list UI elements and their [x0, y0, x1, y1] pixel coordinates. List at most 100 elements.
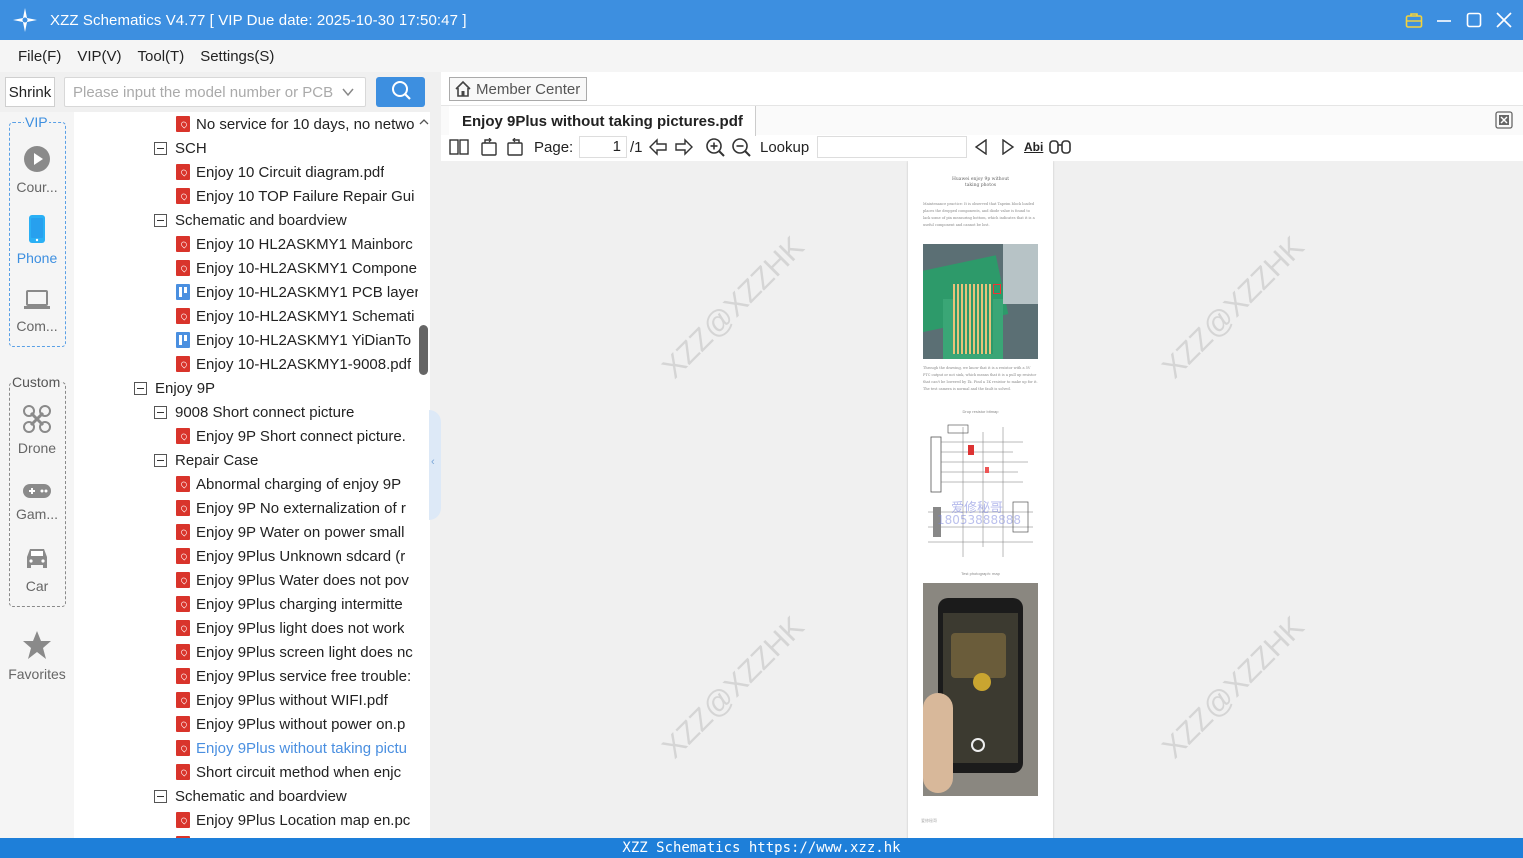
tree-item-label: Enjoy 9Plus Location map en.pc	[196, 811, 411, 829]
pdf-file-icon	[176, 524, 190, 540]
category-courses[interactable]: Cour...	[0, 145, 74, 195]
tree-item-label: Enjoy 9Plus without WIFI.pdf	[196, 691, 388, 709]
search-input[interactable]	[73, 83, 333, 101]
tree-file[interactable]: Enjoy 9Plus light does not work	[176, 616, 418, 640]
tree-file[interactable]: Enjoy 9P Water on power small	[176, 520, 418, 544]
tree-file[interactable]: Enjoy 9Plus charging intermitte	[176, 592, 418, 616]
tree-file[interactable]: Enjoy 10 TOP Failure Repair Gui	[176, 184, 418, 208]
tree-item-label: Enjoy 9Plus Water does not pov	[196, 571, 409, 589]
zoom-out-icon[interactable]	[731, 135, 751, 159]
shrink-button[interactable]: Shrink	[5, 77, 55, 107]
boardview-file-icon	[176, 284, 190, 300]
find-previous-icon[interactable]	[974, 135, 988, 159]
collapse-minus-icon[interactable]	[154, 141, 167, 155]
tree-item-label: Enjoy 10 Circuit diagram.pdf	[196, 163, 385, 181]
tree-folder[interactable]: Schematic and boardview	[154, 208, 418, 232]
vip-bag-icon[interactable]	[1405, 11, 1423, 29]
chevron-down-icon[interactable]	[341, 85, 355, 103]
close-tab-icon[interactable]	[1495, 111, 1513, 133]
match-case-icon[interactable]: Abi	[1024, 135, 1043, 159]
tree-file[interactable]: Enjoy 10-HL2ASKMY1 Compone	[176, 256, 418, 280]
zoom-in-icon[interactable]	[705, 135, 725, 159]
board-photo	[923, 244, 1038, 359]
tree-folder[interactable]: Schematic and boardview	[154, 784, 418, 808]
menu-settings[interactable]: Settings(S)	[200, 48, 274, 65]
collapse-minus-icon[interactable]	[154, 789, 167, 803]
tree-file[interactable]: Enjoy 9Plus screen light does nc	[176, 640, 418, 664]
tree-file[interactable]: Enjoy 10 Circuit diagram.pdf	[176, 160, 418, 184]
pdf-viewer[interactable]: XZZ@XZZHK XZZ@XZZHK XZZ@XZZHK XZZ@XZZHK …	[441, 161, 1523, 838]
next-page-icon[interactable]	[674, 135, 694, 159]
tree-folder[interactable]: Enjoy 9P	[134, 376, 418, 400]
tree-item-label: Enjoy 10-HL2ASKMY1-9008.pdf	[196, 355, 412, 373]
category-games[interactable]: Gam...	[0, 482, 74, 522]
pdf-file-icon	[176, 596, 190, 612]
tree-file[interactable]: Enjoy 10-HL2ASKMY1 PCB layer	[176, 280, 418, 304]
close-button[interactable]	[1495, 11, 1513, 29]
tree-file[interactable]: Enjoy 9P No externalization of r	[176, 496, 418, 520]
tree-file[interactable]: Enjoy 10 HL2ASKMY1 Mainborc	[176, 232, 418, 256]
pdf-file-icon	[176, 716, 190, 732]
rotate-right-icon[interactable]	[505, 135, 525, 159]
page-paragraph: Through the drawing, we know that it is …	[923, 366, 1038, 391]
tree-item-label: Enjoy 10 HL2ASKMY1 Mainborc	[196, 235, 413, 253]
watermark: XZZ@XZZHK	[1156, 610, 1311, 765]
page-caption: Drop resistor bitmap	[962, 409, 999, 414]
tree-file[interactable]: Enjoy 9Plus without power on.p	[176, 712, 418, 736]
tree-file[interactable]: Enjoy 9Plus without WIFI.pdf	[176, 688, 418, 712]
maximize-button[interactable]	[1465, 11, 1483, 29]
member-center-button[interactable]: Member Center	[449, 77, 588, 101]
tree-folder[interactable]: SCH	[154, 136, 418, 160]
scroll-up-icon[interactable]	[419, 114, 429, 131]
tree-folder[interactable]: Repair Case	[154, 448, 418, 472]
model-search-box[interactable]	[64, 77, 366, 107]
category-label: Drone	[17, 440, 57, 456]
tab-current-document[interactable]: Enjoy 9Plus without taking pictures.pdf	[449, 106, 756, 136]
minimize-button[interactable]	[1435, 11, 1453, 29]
tree-file[interactable]: Enjoy 10-HL2ASKMY1 Schemati	[176, 304, 418, 328]
tree-item-label: Enjoy 9P Water on power small	[196, 523, 405, 541]
tree-file[interactable]: Enjoy 9Plus Location map en.pc	[176, 808, 418, 832]
pdf-file-icon	[176, 668, 190, 684]
menu-tool[interactable]: Tool(T)	[138, 48, 185, 65]
tree-item-label: Repair Case	[175, 451, 259, 469]
stamp-text: 18053888888	[937, 513, 1021, 527]
search-button[interactable]	[376, 77, 425, 107]
collapse-panel-button[interactable]: ‹	[429, 410, 441, 520]
find-next-icon[interactable]	[1001, 135, 1015, 159]
rotate-left-icon[interactable]	[479, 135, 499, 159]
two-page-view-icon[interactable]	[449, 135, 469, 159]
tree-file[interactable]: Enjoy 9Plus Unknown sdcard (r	[176, 544, 418, 568]
previous-page-icon[interactable]	[648, 135, 668, 159]
tree-item-label: Abnormal charging of enjoy 9P	[196, 475, 402, 493]
collapse-minus-icon[interactable]	[154, 453, 167, 467]
tree-folder[interactable]: 9008 Short connect picture	[154, 400, 418, 424]
tree-scrollbar[interactable]	[419, 325, 428, 375]
menu-file[interactable]: File(F)	[18, 48, 61, 65]
category-phone[interactable]: Phone	[0, 214, 74, 266]
find-all-icon[interactable]	[1049, 135, 1071, 159]
pdf-file-icon	[176, 236, 190, 252]
tree-file[interactable]: Abnormal charging of enjoy 9P	[176, 472, 418, 496]
tree-file[interactable]: Enjoy 10-HL2ASKMY1 YiDianTo	[176, 328, 418, 352]
category-car[interactable]: Car	[0, 546, 74, 594]
collapse-minus-icon[interactable]	[134, 381, 147, 395]
tree-file[interactable]: Enjoy 9Plus without taking pictu	[176, 736, 418, 760]
tree-item-label: Enjoy 9Plus screen light does nc	[196, 643, 413, 661]
tree-file[interactable]: No service for 10 days, no netwo	[176, 112, 418, 136]
vip-group-label: VIP	[24, 114, 49, 130]
category-drone[interactable]: Drone	[0, 404, 74, 456]
collapse-minus-icon[interactable]	[154, 213, 167, 227]
lookup-input[interactable]	[817, 136, 967, 158]
pdf-file-icon	[176, 500, 190, 516]
page-number-input[interactable]: 1	[579, 136, 627, 158]
tree-file[interactable]: Enjoy 10-HL2ASKMY1-9008.pdf	[176, 352, 418, 376]
tree-file[interactable]: Short circuit method when enjc	[176, 760, 418, 784]
menu-vip[interactable]: VIP(V)	[77, 48, 121, 65]
collapse-minus-icon[interactable]	[154, 405, 167, 419]
tree-file[interactable]: Enjoy 9P Short connect picture.	[176, 424, 418, 448]
category-favorites[interactable]: Favorites	[0, 630, 74, 682]
tree-file[interactable]: Enjoy 9Plus Water does not pov	[176, 568, 418, 592]
category-computer[interactable]: Com...	[0, 288, 74, 334]
tree-file[interactable]: Enjoy 9Plus service free trouble:	[176, 664, 418, 688]
